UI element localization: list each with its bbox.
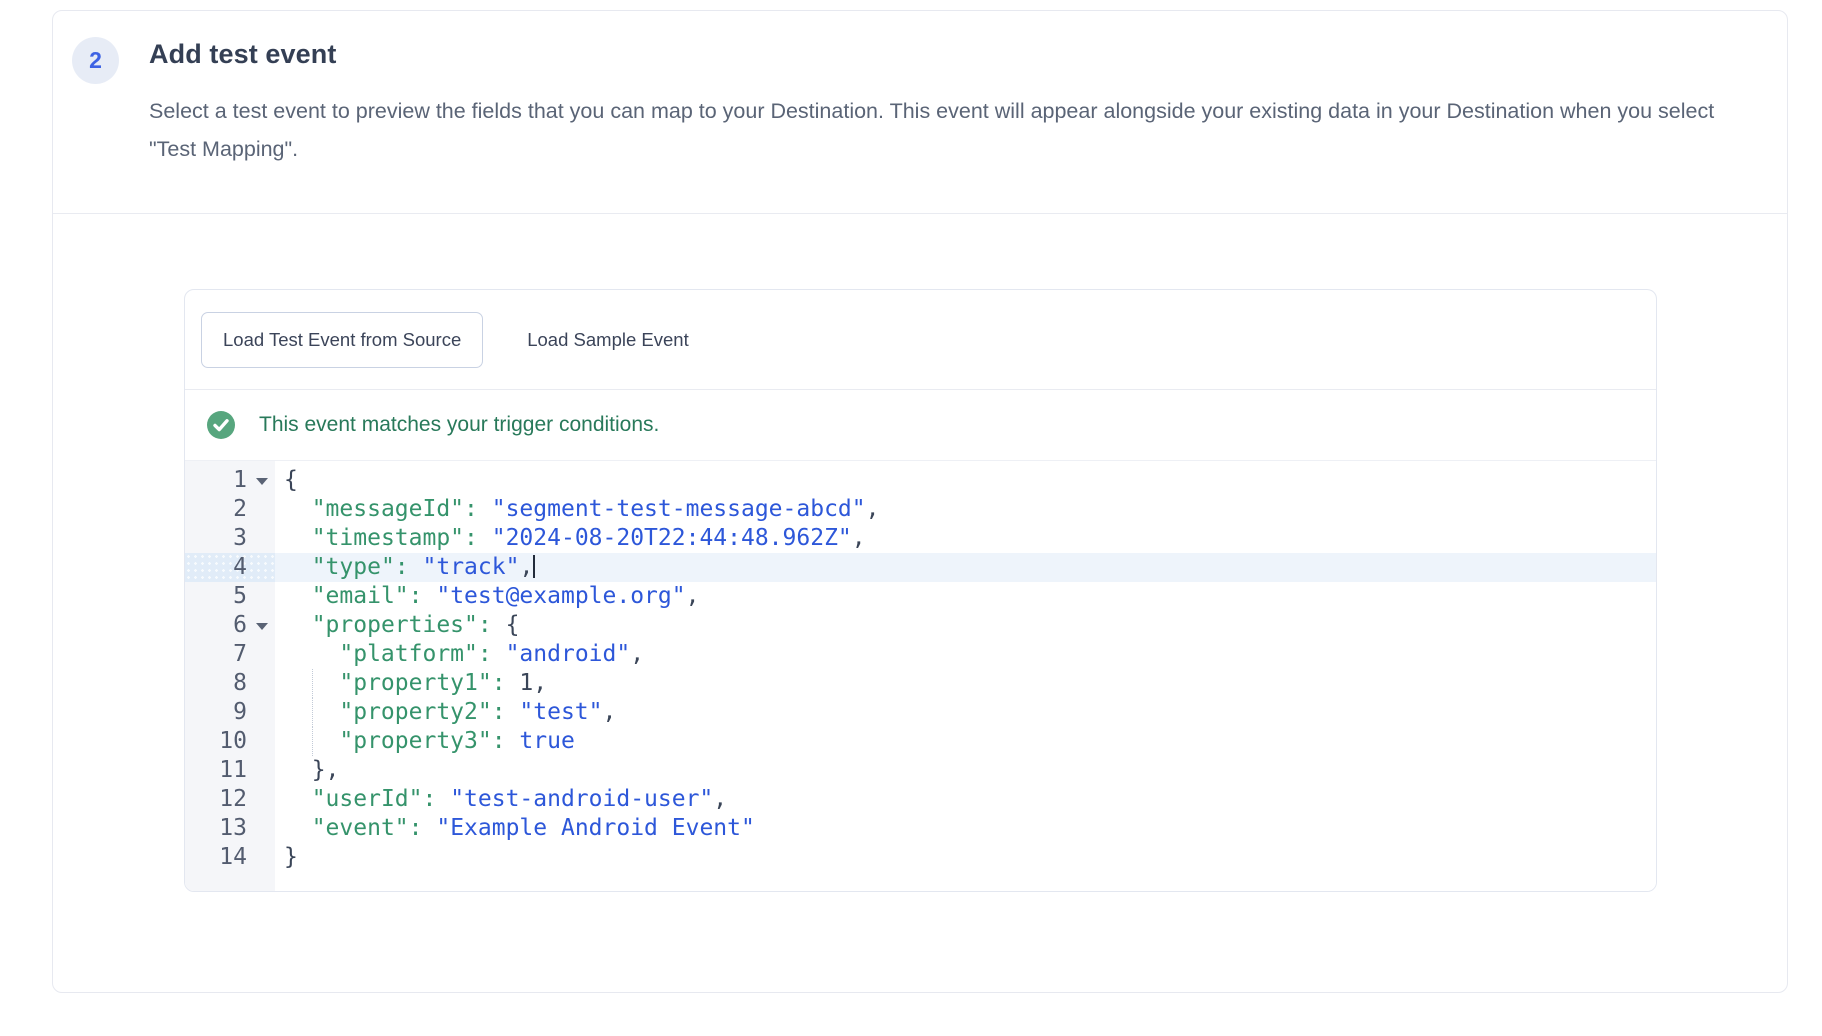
event-loader-toolbar: Load Test Event from Source Load Sample … [185, 290, 1656, 390]
page-title: Add test event [149, 39, 1749, 70]
fold-arrow-icon[interactable] [256, 478, 268, 485]
code-line[interactable]: "event": "Example Android Event" [275, 814, 1656, 843]
code-line[interactable]: "userId": "test-android-user", [275, 785, 1656, 814]
test-event-panel: Load Test Event from Source Load Sample … [184, 289, 1657, 892]
line-number: 2 [185, 495, 275, 524]
editor-gutter: 1234567891011121314 [185, 461, 275, 892]
code-line[interactable]: } [275, 843, 1656, 872]
editor-code-area[interactable]: { "messageId": "segment-test-message-abc… [275, 461, 1656, 892]
code-line[interactable]: "platform": "android", [275, 640, 1656, 669]
line-number: 4 [185, 553, 275, 582]
code-line[interactable]: { [275, 466, 1656, 495]
load-sample-event-button[interactable]: Load Sample Event [507, 312, 708, 368]
line-number: 6 [185, 611, 275, 640]
line-number: 3 [185, 524, 275, 553]
json-code-editor[interactable]: 1234567891011121314 { "messageId": "segm… [185, 460, 1656, 892]
text-cursor [533, 555, 535, 578]
line-number: 8 [185, 669, 275, 698]
step-header-text: Add test event Select a test event to pr… [149, 39, 1749, 168]
code-line[interactable]: "email": "test@example.org", [275, 582, 1656, 611]
line-number: 9 [185, 698, 275, 727]
code-line[interactable]: "property2": "test", [275, 698, 1656, 727]
line-number: 1 [185, 466, 275, 495]
code-line[interactable]: "type": "track", [275, 553, 1656, 582]
code-line[interactable]: "timestamp": "2024-08-20T22:44:48.962Z", [275, 524, 1656, 553]
line-number: 14 [185, 843, 275, 872]
code-line[interactable]: "properties": { [275, 611, 1656, 640]
check-circle-icon [207, 411, 235, 439]
line-number: 13 [185, 814, 275, 843]
step-header: 2 Add test event Select a test event to … [53, 11, 1787, 214]
code-line[interactable]: "messageId": "segment-test-message-abcd"… [275, 495, 1656, 524]
indent-guide [312, 727, 313, 756]
step-number: 2 [89, 47, 102, 74]
code-line[interactable]: }, [275, 756, 1656, 785]
indent-guide [312, 669, 313, 698]
trigger-match-banner: This event matches your trigger conditio… [185, 390, 1656, 460]
step-number-badge: 2 [72, 37, 119, 84]
line-number: 12 [185, 785, 275, 814]
indent-guide [312, 698, 313, 727]
add-test-event-card: 2 Add test event Select a test event to … [52, 10, 1788, 993]
code-line[interactable]: "property1": 1, [275, 669, 1656, 698]
code-line[interactable]: "property3": true [275, 727, 1656, 756]
line-number: 5 [185, 582, 275, 611]
fold-arrow-icon[interactable] [256, 623, 268, 630]
line-number: 11 [185, 756, 275, 785]
line-number: 10 [185, 727, 275, 756]
line-number: 7 [185, 640, 275, 669]
step-description: Select a test event to preview the field… [149, 92, 1744, 168]
trigger-match-message: This event matches your trigger conditio… [259, 413, 659, 437]
load-test-event-button[interactable]: Load Test Event from Source [201, 312, 483, 368]
